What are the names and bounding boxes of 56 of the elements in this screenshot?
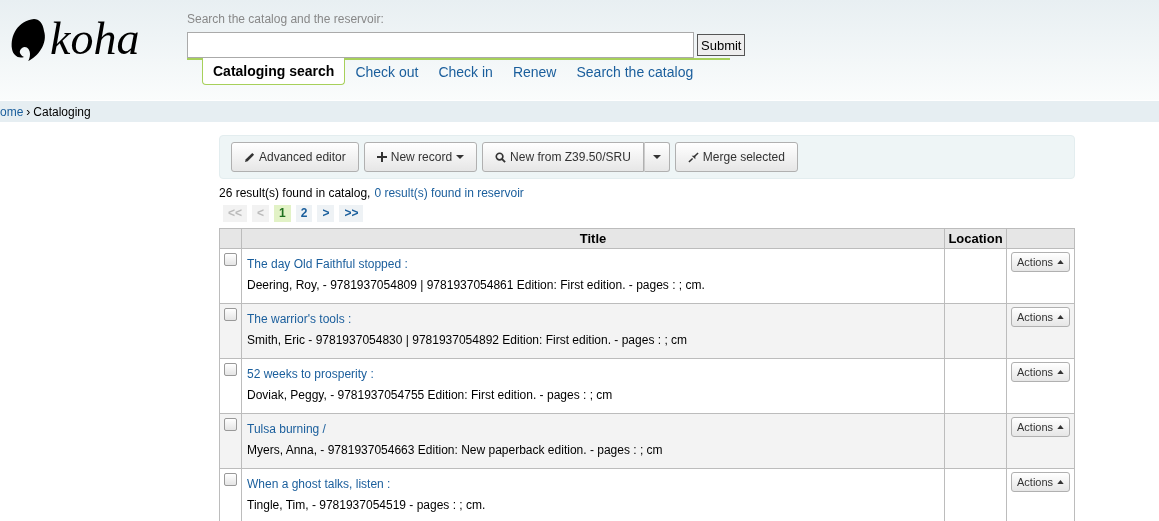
nav-tab[interactable]: Check in [428,60,503,85]
breadcrumb-link[interactable]: ome [0,104,24,119]
toolbar-button[interactable]: Advanced editor [231,142,359,172]
search-icon [495,151,507,163]
search-label: Search the catalog and the reservoir: [187,12,385,28]
page-link[interactable]: 1 [274,205,291,222]
search-field[interactable] [187,32,694,58]
toolbar-button[interactable]: Merge selected [674,142,798,172]
record-details: Deering, Roy, - 9781937054809 | 9781937054861 Edition: First edition. - pages : ; cm. [247,278,705,292]
caret-up-icon [1057,315,1065,319]
page-link[interactable]: > [317,205,335,222]
dropdown-button[interactable] [643,142,670,172]
title-link[interactable]: The day Old Faithful stopped : [247,257,939,271]
column-header: Location [944,228,1007,249]
column-header: Title [241,228,945,249]
caret-icon [652,154,661,160]
actions-button[interactable]: Actions [1011,362,1071,382]
breadcrumb-separator: › [26,104,31,119]
title-link[interactable]: When a ghost talks, listen : [247,477,939,491]
record-details: Smith, Eric - 9781937054830 | 9781937054892 Edition: First edition. - pages : ; cm [247,333,688,347]
checkbox[interactable] [224,308,237,321]
results-count: 26 result(s) found in catalog, [219,186,371,200]
title-link[interactable]: 52 weeks to prosperity : [247,367,939,381]
nav-tab[interactable]: Renew [502,60,567,85]
record-details: Myers, Anna, - 9781937054663 Edition: New paperback edition. - pages : ; cm [247,443,663,457]
submit-button[interactable]: Submit [697,34,746,56]
checkbox[interactable] [224,473,237,486]
checkbox[interactable] [224,418,237,431]
pencil-icon [244,151,255,163]
checkbox[interactable] [224,253,237,266]
checkbox[interactable] [224,363,237,376]
nav-tab[interactable]: Search the catalog [566,60,704,85]
actions-button[interactable]: Actions [1011,252,1071,272]
page-link[interactable]: 2 [295,205,313,222]
nav-tab[interactable]: Cataloging search [202,58,346,85]
caret-up-icon [1057,370,1065,374]
caret-up-icon [1057,260,1065,264]
page-link[interactable]: >> [339,205,364,222]
toolbar-button[interactable]: New record [363,142,478,172]
caret-up-icon [1057,425,1065,429]
logo-text: koha [50,16,140,62]
toolbar-button[interactable]: New from Z39.50/SRU [482,142,644,172]
caret-up-icon [1057,480,1065,484]
plus-icon [376,152,387,162]
title-link[interactable]: Tulsa burning / [247,422,939,436]
caret-icon [456,154,465,160]
record-details: Doviak, Peggy, - 9781937054755 Edition: First edition. - pages : ; cm [247,388,613,402]
title-link[interactable]: The warrior's tools : [247,312,939,326]
actions-button[interactable]: Actions [1011,472,1071,492]
merge-icon [687,151,699,163]
actions-button[interactable]: Actions [1011,307,1071,327]
breadcrumb-current: Cataloging [33,104,91,119]
record-details: Tingle, Tim, - 9781937054519 - pages : ; cm. [247,498,486,512]
reservoir-link[interactable]: 0 result(s) found in reservoir [374,186,524,200]
nav-tab[interactable]: Check out [345,60,429,85]
actions-button[interactable]: Actions [1011,417,1071,437]
